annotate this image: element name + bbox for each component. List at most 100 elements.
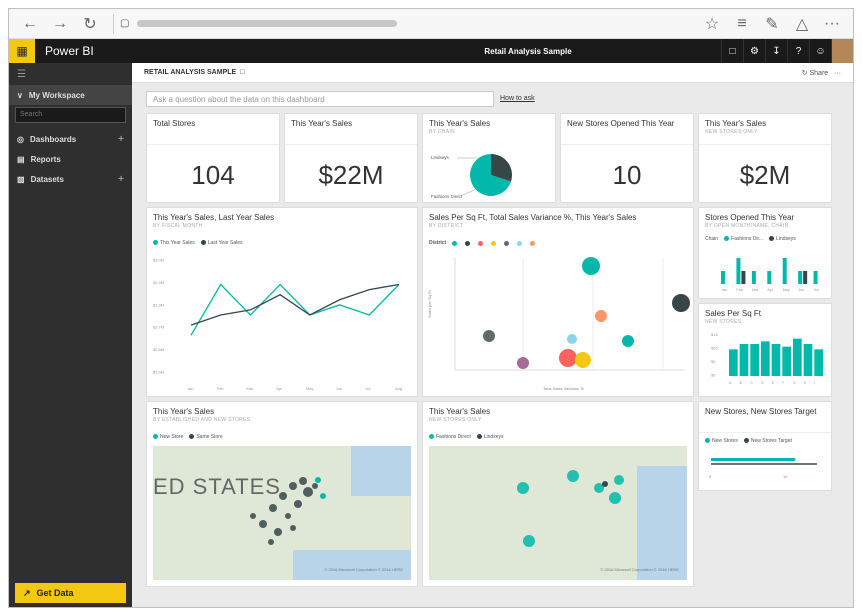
series-line-this-year: [190, 283, 400, 336]
bar: [814, 349, 823, 376]
map-copyright: © 2016 Microsoft Corporation © 2016 HERE: [600, 567, 679, 572]
sidebar-item-label: Dashboards: [29, 134, 77, 144]
y-axis-label: Sales per Sq Ft: [427, 290, 432, 318]
tile-title: New Stores Opened This Year: [567, 119, 675, 128]
search-input[interactable]: Search: [15, 107, 126, 123]
dashboard-icon: ◎: [17, 134, 24, 144]
tile-scatter-chart[interactable]: Sales Per Sq Ft, Total Sales Variance %,…: [422, 207, 694, 397]
dashboard-canvas: RETAIL ANALYSIS SAMPLE □ ↻ Share ··· Ask…: [132, 63, 853, 607]
map-marker: [250, 513, 256, 519]
y-tick-label: $2.7M: [153, 325, 164, 330]
tile-subtitle: NEW STORES ONLY: [705, 129, 758, 135]
legend-dot: [476, 434, 482, 440]
bar: [803, 344, 813, 376]
x-tick-label: Mar: [752, 288, 759, 292]
bar: [750, 344, 759, 376]
bar: [761, 341, 770, 376]
download-icon[interactable]: ↧: [765, 39, 787, 63]
tile-map-new-stores[interactable]: This Year's Sales NEW STORES ONLY Fashio…: [422, 401, 694, 587]
plus-icon[interactable]: +: [118, 134, 124, 145]
map-marker: [523, 535, 535, 547]
tile-new-stores-sales[interactable]: This Year's Sales NEW STORES ONLY $2M: [698, 113, 832, 203]
bar: [813, 271, 818, 284]
arrow-icon: ↗: [23, 587, 31, 598]
url-text: [137, 20, 398, 27]
get-data-button[interactable]: ↗ Get Data: [15, 583, 126, 603]
kpi-value: 10: [612, 160, 642, 190]
y-tick-label: $0: [711, 373, 716, 378]
bullet-chart: 0 10: [709, 458, 817, 479]
plus-icon[interactable]: +: [118, 174, 124, 185]
avatar[interactable]: [831, 39, 853, 63]
favorite-icon[interactable]: □: [240, 69, 244, 76]
dashboard-title: RETAIL ANALYSIS SAMPLE: [144, 69, 237, 76]
tile-stores-opened[interactable]: Stores Opened This Year BY OPEN MONTH/NA…: [698, 207, 832, 299]
map-marker: [279, 492, 287, 500]
tile-new-stores[interactable]: New Stores Opened This Year 10: [560, 113, 694, 203]
x-tick-label: May: [306, 386, 314, 391]
map-markers: [517, 470, 624, 547]
browser-toolbar: ← → ↻ ▢ ☆ ≡ ✎ △ ···: [9, 9, 853, 39]
settings-icon[interactable]: ⚙: [743, 39, 765, 63]
tile-sales-by-chain[interactable]: This Year's Sales BY CHAIN Lindseys Fash…: [422, 113, 556, 203]
back-icon[interactable]: ←: [17, 11, 43, 37]
bar: [798, 271, 803, 284]
x-tick-label: H: [804, 381, 807, 385]
hub-icon[interactable]: ≡: [729, 11, 755, 37]
app-launcher-icon[interactable]: ▦: [9, 39, 35, 63]
notes-icon[interactable]: ✎: [759, 11, 785, 37]
pie-slices: [470, 154, 512, 196]
y-tick-label: $10: [711, 346, 718, 351]
sidebar-item-datasets[interactable]: ▧ Datasets +: [9, 169, 132, 189]
forward-icon[interactable]: →: [47, 11, 73, 37]
bar: [782, 258, 787, 284]
sidebar-item-reports[interactable]: ▤ Reports: [9, 149, 132, 169]
sidebar-item-workspace[interactable]: ∨ My Workspace: [9, 85, 132, 105]
sidebar-item-dashboards[interactable]: ◎ Dashboards +: [9, 129, 132, 149]
sidebar: ☰ ∨ My Workspace Search ◎ Dashboards + ▤…: [9, 63, 132, 607]
share-button[interactable]: ↻ Share ···: [802, 69, 841, 77]
bar: [736, 258, 741, 284]
x-tick-label: D: [761, 381, 764, 385]
help-icon[interactable]: ?: [787, 39, 809, 63]
x-axis-label: Total Sales Variance %: [543, 386, 584, 391]
tile-total-stores[interactable]: Total Stores 104: [146, 113, 280, 203]
report-icon: ▤: [17, 154, 25, 164]
map-marker: [299, 477, 307, 485]
y-tick-label: $2.8M: [153, 302, 164, 307]
favorite-star-icon[interactable]: ☆: [699, 11, 725, 37]
tile-line-chart[interactable]: This Year's Sales, Last Year Sales BY FI…: [146, 207, 418, 397]
scatter-chart: Sales per Sq Ft Total Sales Variance %: [427, 257, 690, 391]
refresh-icon[interactable]: ↻: [77, 11, 103, 37]
tile-title: This Year's Sales: [291, 119, 353, 128]
x-tick-label: Apr: [767, 288, 774, 292]
scatter-point: [582, 257, 600, 275]
x-tick-label: Mar: [246, 386, 254, 391]
feedback-icon[interactable]: ☺: [809, 39, 831, 63]
tile-sales[interactable]: This Year's Sales $22M: [284, 113, 418, 203]
tile-map-stores[interactable]: This Year's Sales BY ESTABLISHED AND NEW…: [146, 401, 418, 587]
map[interactable]: ED STATES © 2016 Microsoft Corporation ©…: [153, 446, 411, 580]
qa-input[interactable]: Ask a question about the data on this da…: [146, 91, 494, 107]
how-to-ask-link[interactable]: How to ask: [500, 95, 535, 102]
series-line-last-year: [190, 283, 400, 326]
x-tick-label: Jun: [336, 386, 342, 391]
x-tick-label: Feb: [736, 288, 743, 292]
fullscreen-icon[interactable]: □: [721, 39, 743, 63]
bar: [771, 344, 781, 376]
tile-new-stores-target[interactable]: New Stores, New Stores Target New Stores…: [698, 401, 832, 491]
map[interactable]: © 2016 Microsoft Corporation © 2016 HERE: [429, 446, 687, 580]
x-tick-label: Aug: [395, 386, 402, 391]
bar-chart: $15 $10 $5 $0 A B C D E F G H I: [711, 332, 823, 385]
app-name[interactable]: Power BI: [35, 44, 335, 58]
share-icon[interactable]: △: [789, 11, 815, 37]
more-icon[interactable]: ···: [819, 11, 845, 37]
tile-sales-per-sqft[interactable]: Sales Per Sq Ft NEW STORES $15 $10 $5 $0 A B C…: [698, 303, 832, 397]
hamburger-icon[interactable]: ☰: [9, 63, 132, 85]
y-tick-label: $2.6M: [153, 347, 164, 352]
y-tick-label: $2.9M: [153, 280, 164, 285]
address-bar[interactable]: ▢: [113, 13, 689, 34]
bar: [767, 271, 772, 284]
chevron-down-icon: ∨: [17, 90, 23, 100]
map-markers: [250, 477, 326, 545]
